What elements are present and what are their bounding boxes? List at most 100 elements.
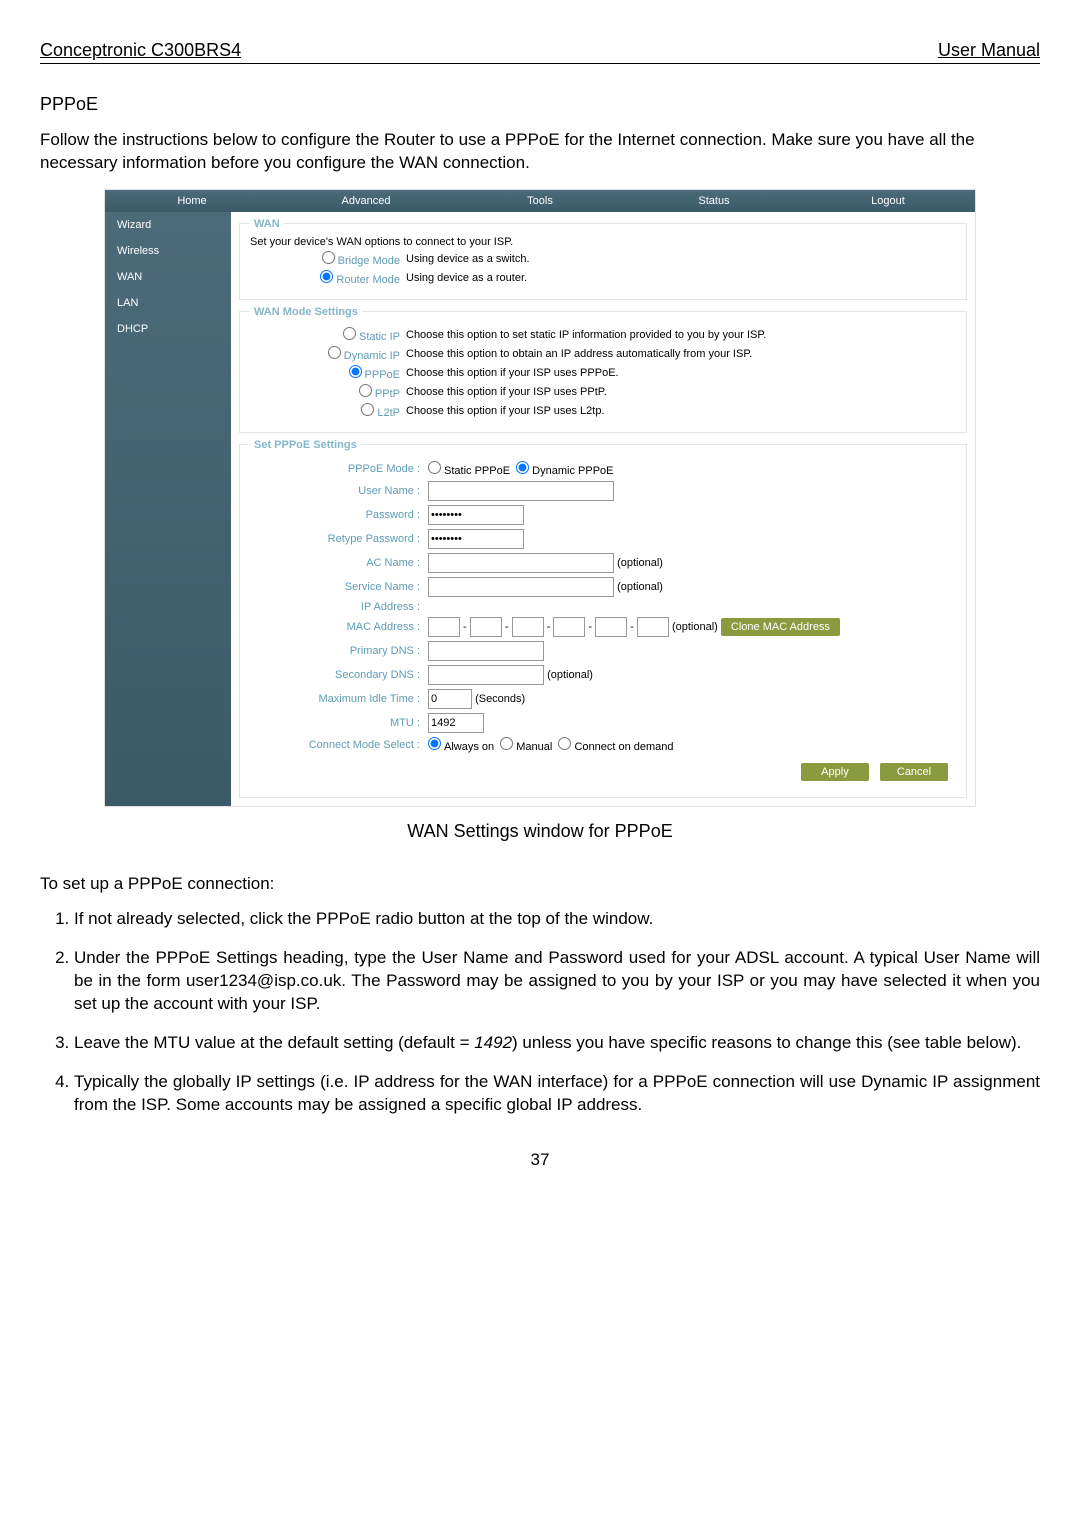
conn-demand-label: Connect on demand <box>574 741 673 753</box>
router-ui-screenshot: Home Advanced Tools Status Logout Wizard… <box>104 189 976 807</box>
sdns-optional-text: (optional) <box>547 669 593 681</box>
mode-pptp-radio[interactable] <box>359 384 372 397</box>
mac-field-2[interactable] <box>470 617 502 637</box>
content-area: WAN Set your device's WAN options to con… <box>231 212 975 806</box>
user-name-input[interactable] <box>428 481 614 501</box>
router-mode-label: Router Mode <box>336 274 400 286</box>
wan-panel-legend: WAN <box>250 218 284 230</box>
bridge-mode-option[interactable]: Bridge Mode <box>250 251 406 267</box>
wan-mode-legend: WAN Mode Settings <box>250 306 362 318</box>
mode-staticip-label: Static IP <box>359 331 400 343</box>
bridge-mode-desc: Using device as a switch. <box>406 253 530 265</box>
conn-always-label: Always on <box>444 741 494 753</box>
mac-field-6[interactable] <box>637 617 669 637</box>
router-mode-option[interactable]: Router Mode <box>250 270 406 286</box>
mode-l2tp-radio[interactable] <box>361 403 374 416</box>
service-name-label: Service Name : <box>250 581 428 593</box>
ac-optional-text: (optional) <box>617 557 663 569</box>
mode-dynamicip-radio[interactable] <box>328 346 341 359</box>
nav-home[interactable]: Home <box>105 190 279 212</box>
mac-field-4[interactable] <box>553 617 585 637</box>
mac-field-3[interactable] <box>512 617 544 637</box>
connect-mode-group: Always on Manual Connect on demand <box>428 737 674 753</box>
pppoe-settings-panel: Set PPPoE Settings PPPoE Mode : Static P… <box>239 439 967 798</box>
secondary-dns-input[interactable] <box>428 665 544 685</box>
mode-pptp-option[interactable]: PPtP <box>250 384 406 400</box>
button-bar: Apply Cancel <box>250 757 956 787</box>
mac-field-1[interactable] <box>428 617 460 637</box>
retype-password-input[interactable] <box>428 529 524 549</box>
mode-l2tp-option[interactable]: L2tP <box>250 403 406 419</box>
doc-header-left: Conceptronic C300BRS4 <box>40 40 241 61</box>
idle-unit-text: (Seconds) <box>475 693 525 705</box>
sidebar-item-dhcp[interactable]: DHCP <box>105 316 231 342</box>
nav-tools[interactable]: Tools <box>453 190 627 212</box>
nav-status[interactable]: Status <box>627 190 801 212</box>
ac-name-input[interactable] <box>428 553 614 573</box>
step-3-pre: Leave the MTU value at the default setti… <box>74 1033 474 1052</box>
service-name-input[interactable] <box>428 577 614 597</box>
bridge-mode-radio[interactable] <box>322 251 335 264</box>
nav-advanced[interactable]: Advanced <box>279 190 453 212</box>
sidebar-item-wan[interactable]: WAN <box>105 264 231 290</box>
mode-pppoe-option[interactable]: PPPoE <box>250 365 406 381</box>
mode-staticip-desc: Choose this option to set static IP info… <box>406 329 766 341</box>
sidebar-item-wizard[interactable]: Wizard <box>105 212 231 238</box>
wan-panel-desc: Set your device's WAN options to connect… <box>250 236 956 248</box>
mtu-label: MTU : <box>250 717 428 729</box>
pppoe-mode-label: PPPoE Mode : <box>250 463 428 475</box>
setup-heading: To set up a PPPoE connection: <box>40 874 1040 894</box>
primary-dns-label: Primary DNS : <box>250 645 428 657</box>
svc-optional-text: (optional) <box>617 581 663 593</box>
password-input[interactable] <box>428 505 524 525</box>
mode-dynamicip-label: Dynamic IP <box>344 350 400 362</box>
conn-demand-radio[interactable] <box>558 737 571 750</box>
pppoe-mode-static-label: Static PPPoE <box>444 465 510 477</box>
mac-address-group: - - - - - (optional) Clone MAC Address <box>428 617 840 637</box>
clone-mac-button[interactable]: Clone MAC Address <box>721 618 840 636</box>
secondary-dns-label: Secondary DNS : <box>250 669 428 681</box>
intro-paragraph: Follow the instructions below to configu… <box>40 129 1040 175</box>
mac-address-label: MAC Address : <box>250 621 428 633</box>
user-name-label: User Name : <box>250 485 428 497</box>
mtu-input[interactable] <box>428 713 484 733</box>
mode-dynamicip-option[interactable]: Dynamic IP <box>250 346 406 362</box>
router-mode-radio[interactable] <box>320 270 333 283</box>
conn-always-radio[interactable] <box>428 737 441 750</box>
router-mode-desc: Using device as a router. <box>406 272 527 284</box>
pppoe-mode-dynamic-radio[interactable] <box>516 461 529 474</box>
primary-dns-input[interactable] <box>428 641 544 661</box>
doc-header-right: User Manual <box>938 40 1040 61</box>
conn-manual-radio[interactable] <box>500 737 513 750</box>
wan-panel: WAN Set your device's WAN options to con… <box>239 218 967 300</box>
steps-list: If not already selected, click the PPPoE… <box>40 908 1040 1117</box>
password-label: Password : <box>250 509 428 521</box>
step-3: Leave the MTU value at the default setti… <box>74 1032 1040 1055</box>
header-divider <box>40 63 1040 64</box>
sidebar-item-lan[interactable]: LAN <box>105 290 231 316</box>
pppoe-mode-dynamic-label: Dynamic PPPoE <box>532 465 613 477</box>
step-3-post: ) unless you have specific reasons to ch… <box>512 1033 1021 1052</box>
cancel-button[interactable]: Cancel <box>880 763 948 781</box>
step-4: Typically the globally IP settings (i.e.… <box>74 1071 1040 1117</box>
mode-l2tp-label: L2tP <box>377 407 400 419</box>
wan-mode-panel: WAN Mode Settings Static IP Choose this o… <box>239 306 967 433</box>
nav-logout[interactable]: Logout <box>801 190 975 212</box>
pppoe-panel-legend: Set PPPoE Settings <box>250 439 361 451</box>
step-3-italic: 1492 <box>474 1033 512 1052</box>
sidebar-item-wireless[interactable]: Wireless <box>105 238 231 264</box>
mode-staticip-option[interactable]: Static IP <box>250 327 406 343</box>
mac-field-5[interactable] <box>595 617 627 637</box>
mode-pppoe-radio[interactable] <box>349 365 362 378</box>
apply-button[interactable]: Apply <box>801 763 869 781</box>
mode-staticip-radio[interactable] <box>343 327 356 340</box>
sidebar: Wizard Wireless WAN LAN DHCP <box>105 212 231 806</box>
pppoe-mode-group: Static PPPoE Dynamic PPPoE <box>428 461 613 477</box>
section-title: PPPoE <box>40 94 1040 115</box>
screenshot-caption: WAN Settings window for PPPoE <box>40 821 1040 842</box>
bridge-mode-label: Bridge Mode <box>338 255 400 267</box>
idle-time-input[interactable] <box>428 689 472 709</box>
step-2: Under the PPPoE Settings heading, type t… <box>74 947 1040 1016</box>
mode-pptp-desc: Choose this option if your ISP uses PPtP… <box>406 386 607 398</box>
pppoe-mode-static-radio[interactable] <box>428 461 441 474</box>
